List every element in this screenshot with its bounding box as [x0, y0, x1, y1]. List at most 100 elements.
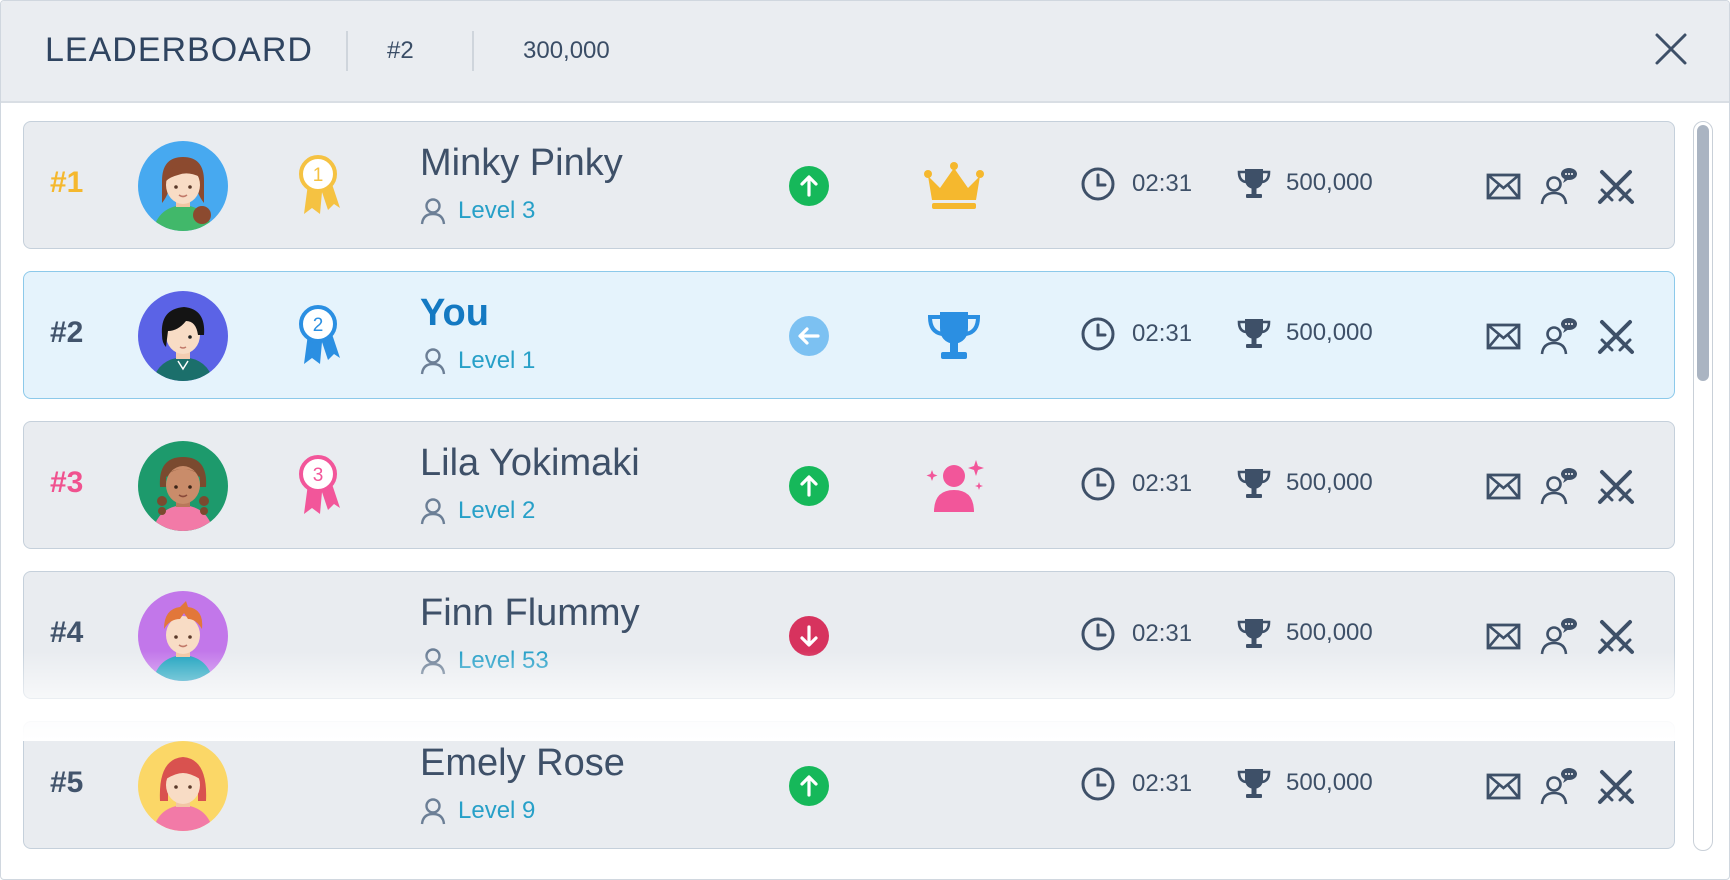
- player-row[interactable]: #5 Emely Rose Level 9 02:31 500,000: [23, 721, 1675, 849]
- trophy-icon: [1237, 319, 1271, 348]
- user-icon: [420, 798, 446, 825]
- header-divider: [472, 31, 474, 71]
- player-name[interactable]: Finn Flummy: [420, 592, 640, 635]
- add-friend-button[interactable]: [1538, 766, 1578, 806]
- avatar: [138, 441, 228, 531]
- mail-icon[interactable]: [1484, 316, 1524, 356]
- score-display: 500,000: [1236, 316, 1373, 350]
- my-rank: #2: [387, 37, 414, 64]
- player-name[interactable]: You: [420, 292, 489, 335]
- time-value: 02:31: [1132, 620, 1193, 647]
- player-level: Level 2: [420, 496, 535, 526]
- trophy-icon: [1237, 469, 1271, 498]
- add-friend-button[interactable]: [1538, 616, 1578, 656]
- crown-icon: [922, 158, 986, 214]
- clock-icon: [1081, 617, 1115, 651]
- player-name[interactable]: Emely Rose: [420, 742, 625, 785]
- time-display: 02:31: [1080, 316, 1192, 352]
- user-chat-icon[interactable]: [1538, 616, 1578, 656]
- score-display: 500,000: [1236, 466, 1373, 500]
- time-display: 02:31: [1080, 166, 1192, 202]
- mail-icon[interactable]: [1484, 766, 1524, 806]
- level-label: Level 2: [458, 497, 536, 524]
- trend-up-icon: [788, 165, 830, 207]
- add-friend-button[interactable]: [1538, 316, 1578, 356]
- user-chat-icon[interactable]: [1538, 466, 1578, 506]
- scrollbar-track[interactable]: [1693, 121, 1713, 851]
- crossed-swords-icon[interactable]: [1596, 616, 1636, 656]
- clock-icon: [1081, 467, 1115, 501]
- time-value: 02:31: [1132, 770, 1193, 797]
- crossed-swords-icon[interactable]: [1596, 466, 1636, 506]
- score-value: 500,000: [1286, 469, 1373, 496]
- message-button[interactable]: [1484, 466, 1524, 506]
- avatar: [138, 291, 228, 381]
- close-icon[interactable]: [1651, 29, 1691, 69]
- challenge-button[interactable]: [1596, 766, 1636, 806]
- player-level: Level 9: [420, 796, 535, 826]
- user-chat-icon[interactable]: [1538, 166, 1578, 206]
- level-label: Level 1: [458, 347, 536, 374]
- score-display: 500,000: [1236, 616, 1373, 650]
- message-button[interactable]: [1484, 766, 1524, 806]
- avatar: [138, 741, 228, 831]
- trophy-icon: [1237, 169, 1271, 198]
- my-score: 300,000: [523, 37, 610, 64]
- message-button[interactable]: [1484, 166, 1524, 206]
- svg-text:3: 3: [313, 465, 324, 486]
- mail-icon[interactable]: [1484, 466, 1524, 506]
- player-level: Level 1: [420, 346, 535, 376]
- time-value: 02:31: [1132, 320, 1193, 347]
- player-row[interactable]: #4 Finn Flummy Level 53 02:31 500,000: [23, 571, 1675, 699]
- player-level: Level 3: [420, 196, 535, 226]
- score-value: 500,000: [1286, 619, 1373, 646]
- trophy-badge-icon: [922, 308, 986, 364]
- player-level: Level 53: [420, 646, 549, 676]
- crossed-swords-icon[interactable]: [1596, 166, 1636, 206]
- medal-second-icon: 2: [296, 302, 342, 370]
- player-name[interactable]: Minky Pinky: [420, 142, 623, 185]
- add-friend-button[interactable]: [1538, 466, 1578, 506]
- user-icon: [420, 498, 446, 525]
- avatar: [138, 591, 228, 681]
- user-icon: [420, 198, 446, 225]
- challenge-button[interactable]: [1596, 316, 1636, 356]
- crossed-swords-icon[interactable]: [1596, 766, 1636, 806]
- player-row[interactable]: #1 1 Minky Pinky Level 3 02:31 500,000: [23, 121, 1675, 249]
- player-name[interactable]: Lila Yokimaki: [420, 442, 640, 485]
- message-button[interactable]: [1484, 316, 1524, 356]
- level-label: Level 53: [458, 647, 549, 674]
- trophy-icon: [1237, 769, 1271, 798]
- user-icon: [420, 648, 446, 675]
- leaderboard-panel: LEADERBOARD #2 300,000 #1 1 Minky Pinky …: [0, 0, 1730, 880]
- crossed-swords-icon[interactable]: [1596, 316, 1636, 356]
- time-display: 02:31: [1080, 466, 1192, 502]
- player-list[interactable]: #1 1 Minky Pinky Level 3 02:31 500,000 #…: [23, 121, 1677, 851]
- score-value: 500,000: [1286, 769, 1373, 796]
- time-value: 02:31: [1132, 470, 1193, 497]
- trend-down-icon: [788, 615, 830, 657]
- mail-icon[interactable]: [1484, 166, 1524, 206]
- add-friend-button[interactable]: [1538, 166, 1578, 206]
- clock-icon: [1081, 767, 1115, 801]
- avatar: [138, 141, 228, 231]
- challenge-button[interactable]: [1596, 466, 1636, 506]
- user-chat-icon[interactable]: [1538, 316, 1578, 356]
- time-display: 02:31: [1080, 766, 1192, 802]
- scrollbar-thumb[interactable]: [1697, 125, 1709, 381]
- close-button[interactable]: [1651, 29, 1691, 69]
- challenge-button[interactable]: [1596, 616, 1636, 656]
- trophy-icon: [1237, 619, 1271, 648]
- medal-third-icon: 3: [296, 452, 342, 520]
- player-row[interactable]: #3 3 Lila Yokimaki Level 2 02:31 500,000: [23, 421, 1675, 549]
- level-label: Level 3: [458, 197, 536, 224]
- message-button[interactable]: [1484, 616, 1524, 656]
- mail-icon[interactable]: [1484, 616, 1524, 656]
- challenge-button[interactable]: [1596, 166, 1636, 206]
- user-chat-icon[interactable]: [1538, 766, 1578, 806]
- score-display: 500,000: [1236, 166, 1373, 200]
- score-value: 500,000: [1286, 169, 1373, 196]
- page-title: LEADERBOARD: [45, 31, 313, 69]
- player-row-current[interactable]: #2 2 You Level 1 02:31 500,000: [23, 271, 1675, 399]
- player-rank: #3: [50, 466, 84, 499]
